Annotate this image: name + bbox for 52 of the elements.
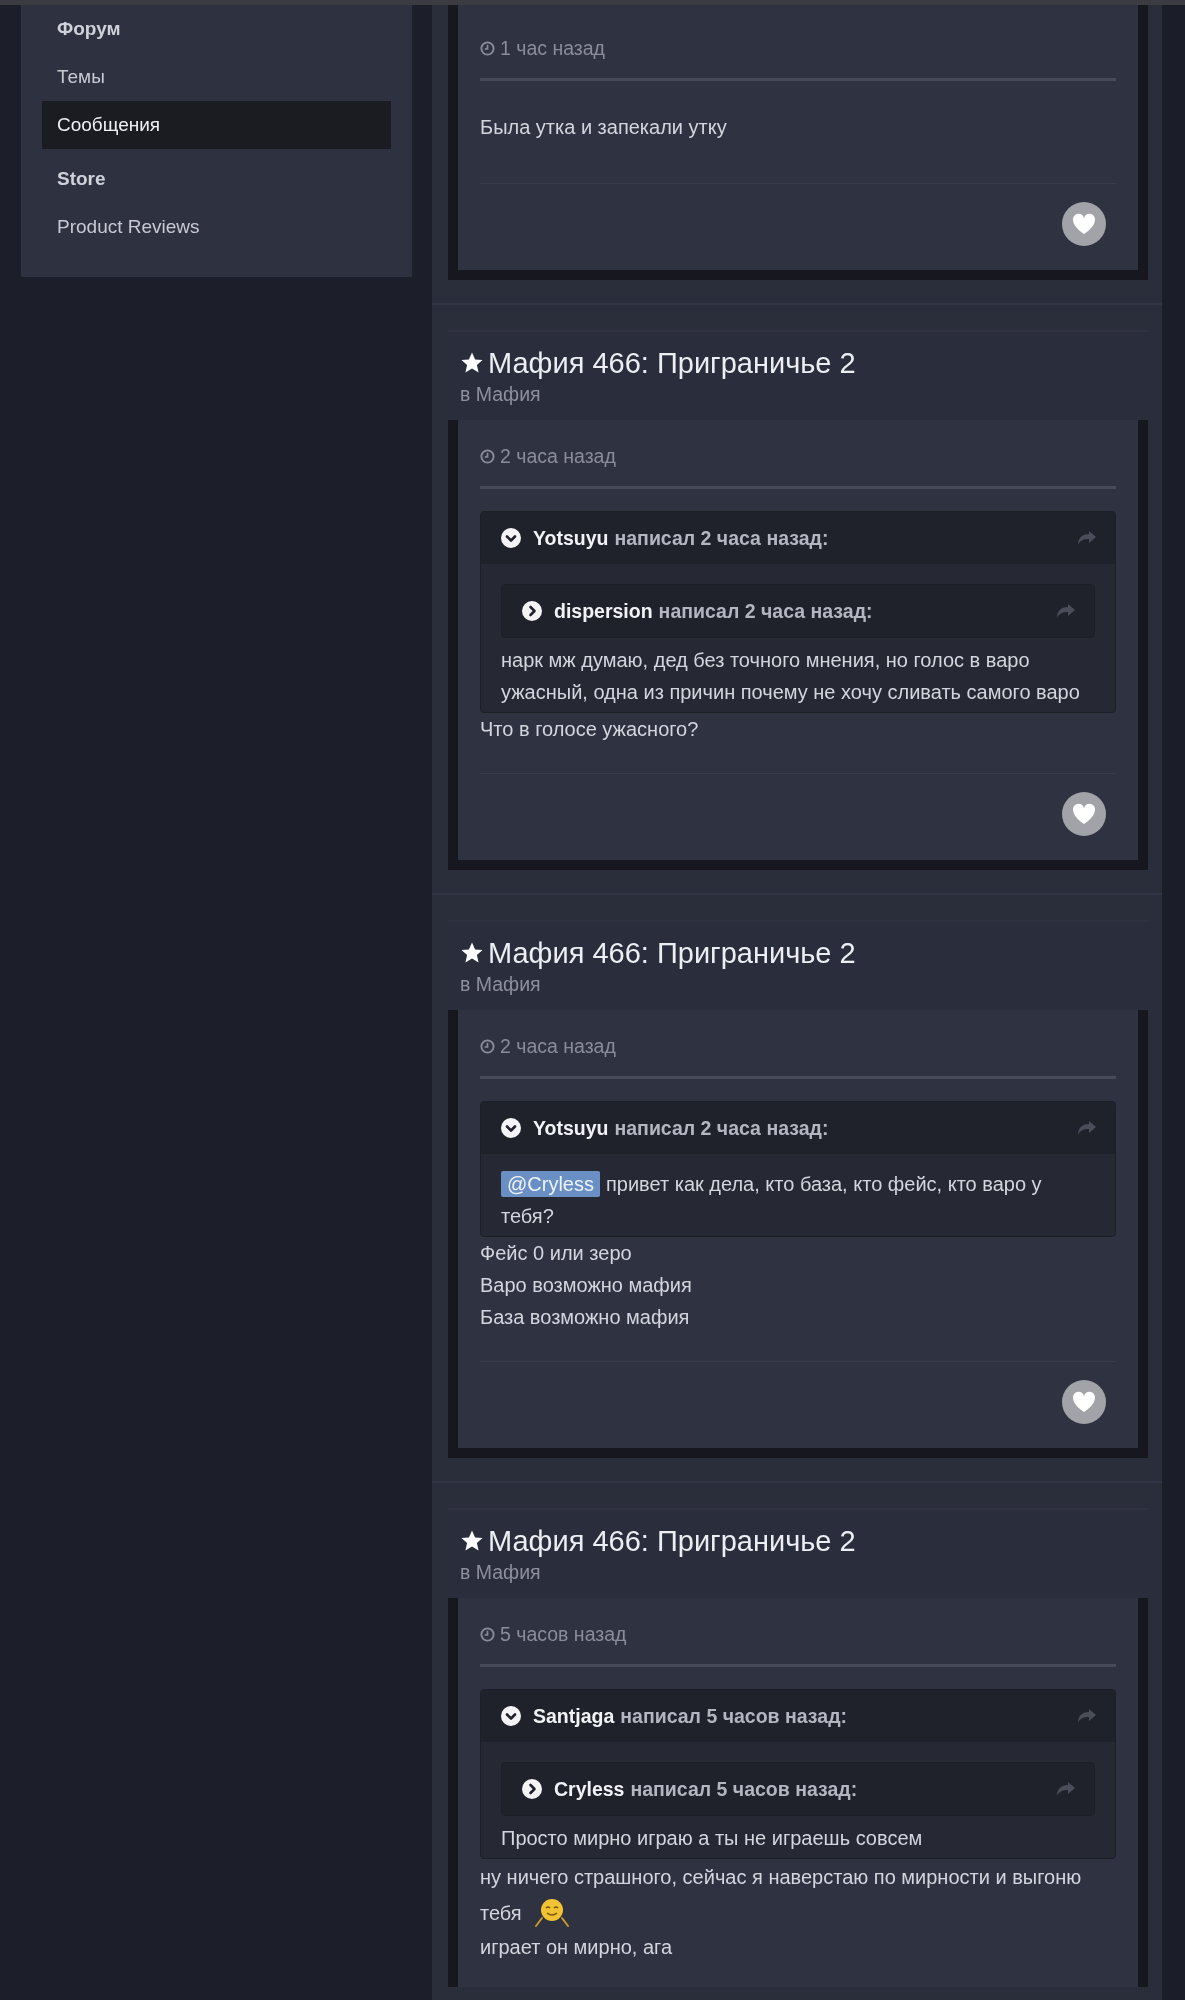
sidebar-heading: Форум <box>56 17 122 41</box>
quote-author[interactable]: Yotsuyu <box>533 526 609 550</box>
like-button[interactable] <box>1062 792 1106 836</box>
post-title[interactable]: Мафия 466: Приграничье 2 <box>488 344 856 382</box>
chevron-right-icon[interactable] <box>522 1779 542 1799</box>
sidebar-item[interactable]: Сообщения <box>42 101 391 149</box>
star-icon[interactable] <box>460 1529 484 1553</box>
post-text: Варо возможно мафия <box>480 1273 693 1298</box>
clock-icon <box>480 448 495 464</box>
chevron-down-icon[interactable] <box>501 528 521 548</box>
post-time: 2 часа назад <box>500 444 616 468</box>
post-text: играет он мирно, ага <box>480 1935 674 1960</box>
star-icon[interactable] <box>460 941 484 965</box>
like-button[interactable] <box>1062 1380 1106 1424</box>
post-title[interactable]: Мафия 466: Приграничье 2 <box>488 934 856 972</box>
clock-icon <box>480 1038 495 1054</box>
heart-icon <box>1071 212 1097 236</box>
post-title[interactable]: Мафия 466: Приграничье 2 <box>488 1522 856 1560</box>
quote-meta: написал 2 часа назад: <box>658 599 873 623</box>
quote-text: @Cryless привет как дела, кто база, кто фейс, кто варо у тебя? <box>501 1170 1043 1229</box>
quote-text: Просто мирно играю а ты не играешь совсем <box>501 1826 924 1851</box>
post-time: 1 час назад <box>500 36 605 60</box>
clock-icon <box>480 1626 495 1642</box>
quote-meta: написал 5 часов назад: <box>620 1704 847 1728</box>
quote-meta: написал 2 часа назад: <box>614 526 829 550</box>
post-text: База возможно мафия <box>480 1305 691 1330</box>
sidebar-item[interactable]: Product Reviews <box>42 203 391 251</box>
chevron-down-icon[interactable] <box>501 1706 521 1726</box>
post-time: 5 часов назад <box>500 1622 627 1646</box>
post-category[interactable]: в Мафия <box>460 382 1136 406</box>
post-category[interactable]: в Мафия <box>460 1560 1136 1584</box>
quote-meta: написал 5 часов назад: <box>630 1777 858 1801</box>
star-icon[interactable] <box>460 351 484 375</box>
chevron-right-icon[interactable] <box>522 601 542 621</box>
post-text: Была утка и запекали утку <box>480 115 728 140</box>
post-category[interactable]: в Мафия <box>460 972 1136 996</box>
quote-author[interactable]: Yotsuyu <box>533 1116 609 1140</box>
quote-author[interactable]: dispersion <box>554 599 653 623</box>
post-time: 2 часа назад <box>500 1034 616 1058</box>
quote-author[interactable]: Cryless <box>554 1777 625 1801</box>
post-text: Фейс 0 или зеро <box>480 1241 633 1266</box>
quote-author[interactable]: Santjaga <box>533 1704 615 1728</box>
quote-text: нарк мж думаю, дед без точного мнения, но голос в варо ужасный, одна из причин почему не хочу сливать самого варо <box>501 648 1081 705</box>
quote-meta: написал 2 часа назад: <box>614 1116 829 1140</box>
chevron-down-icon[interactable] <box>501 1118 521 1138</box>
sidebar-heading: Store <box>56 167 107 191</box>
heart-icon <box>1071 802 1097 826</box>
sidebar-item[interactable]: Темы <box>42 53 391 101</box>
clock-icon <box>480 40 495 56</box>
heart-icon <box>1071 1390 1097 1414</box>
like-button[interactable] <box>1062 202 1106 246</box>
post-text: Что в голосе ужасного? <box>480 717 700 742</box>
